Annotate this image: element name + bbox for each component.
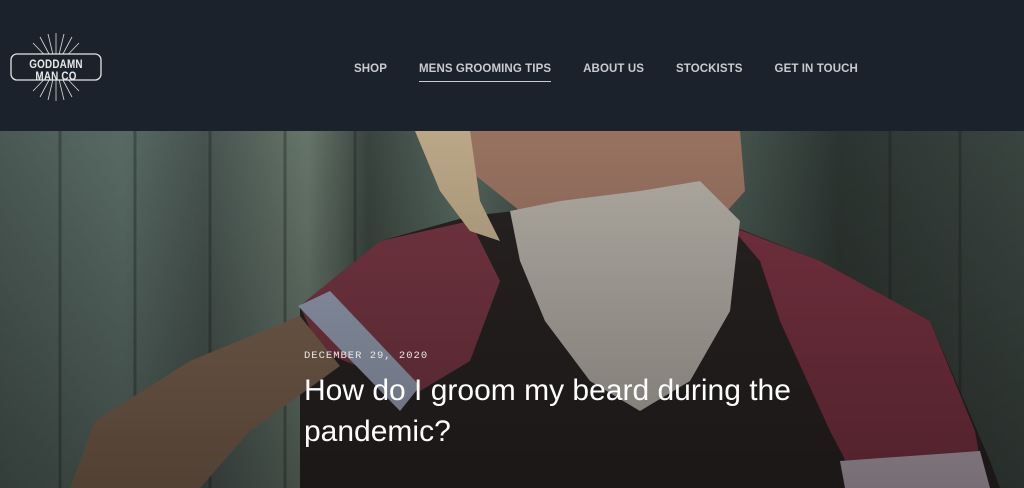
main-nav: SHOP MENS GROOMING TIPS ABOUT US STOCKIS…: [354, 63, 858, 82]
nav-stockists[interactable]: STOCKISTS: [676, 63, 743, 82]
brand-logo[interactable]: GODDAMN MAN CO: [8, 33, 104, 101]
nav-get-in-touch[interactable]: GET IN TOUCH: [775, 63, 858, 82]
logo-text: GODDAMN MAN CO: [29, 59, 83, 83]
post-date: DECEMBER 29, 2020: [304, 350, 429, 362]
post-title[interactable]: How do I groom my beard during the pande…: [304, 370, 844, 452]
nav-mens-grooming-tips[interactable]: MENS GROOMING TIPS: [419, 63, 552, 82]
site-header: GODDAMN MAN CO SHOP MENS GROOMING TIPS A…: [0, 0, 1024, 131]
hero-banner[interactable]: DECEMBER 29, 2020 How do I groom my bear…: [0, 131, 1024, 488]
nav-shop[interactable]: SHOP: [354, 63, 387, 82]
post-summary: DECEMBER 29, 2020 How do I groom my bear…: [304, 350, 844, 452]
nav-about-us[interactable]: ABOUT US: [583, 63, 644, 82]
